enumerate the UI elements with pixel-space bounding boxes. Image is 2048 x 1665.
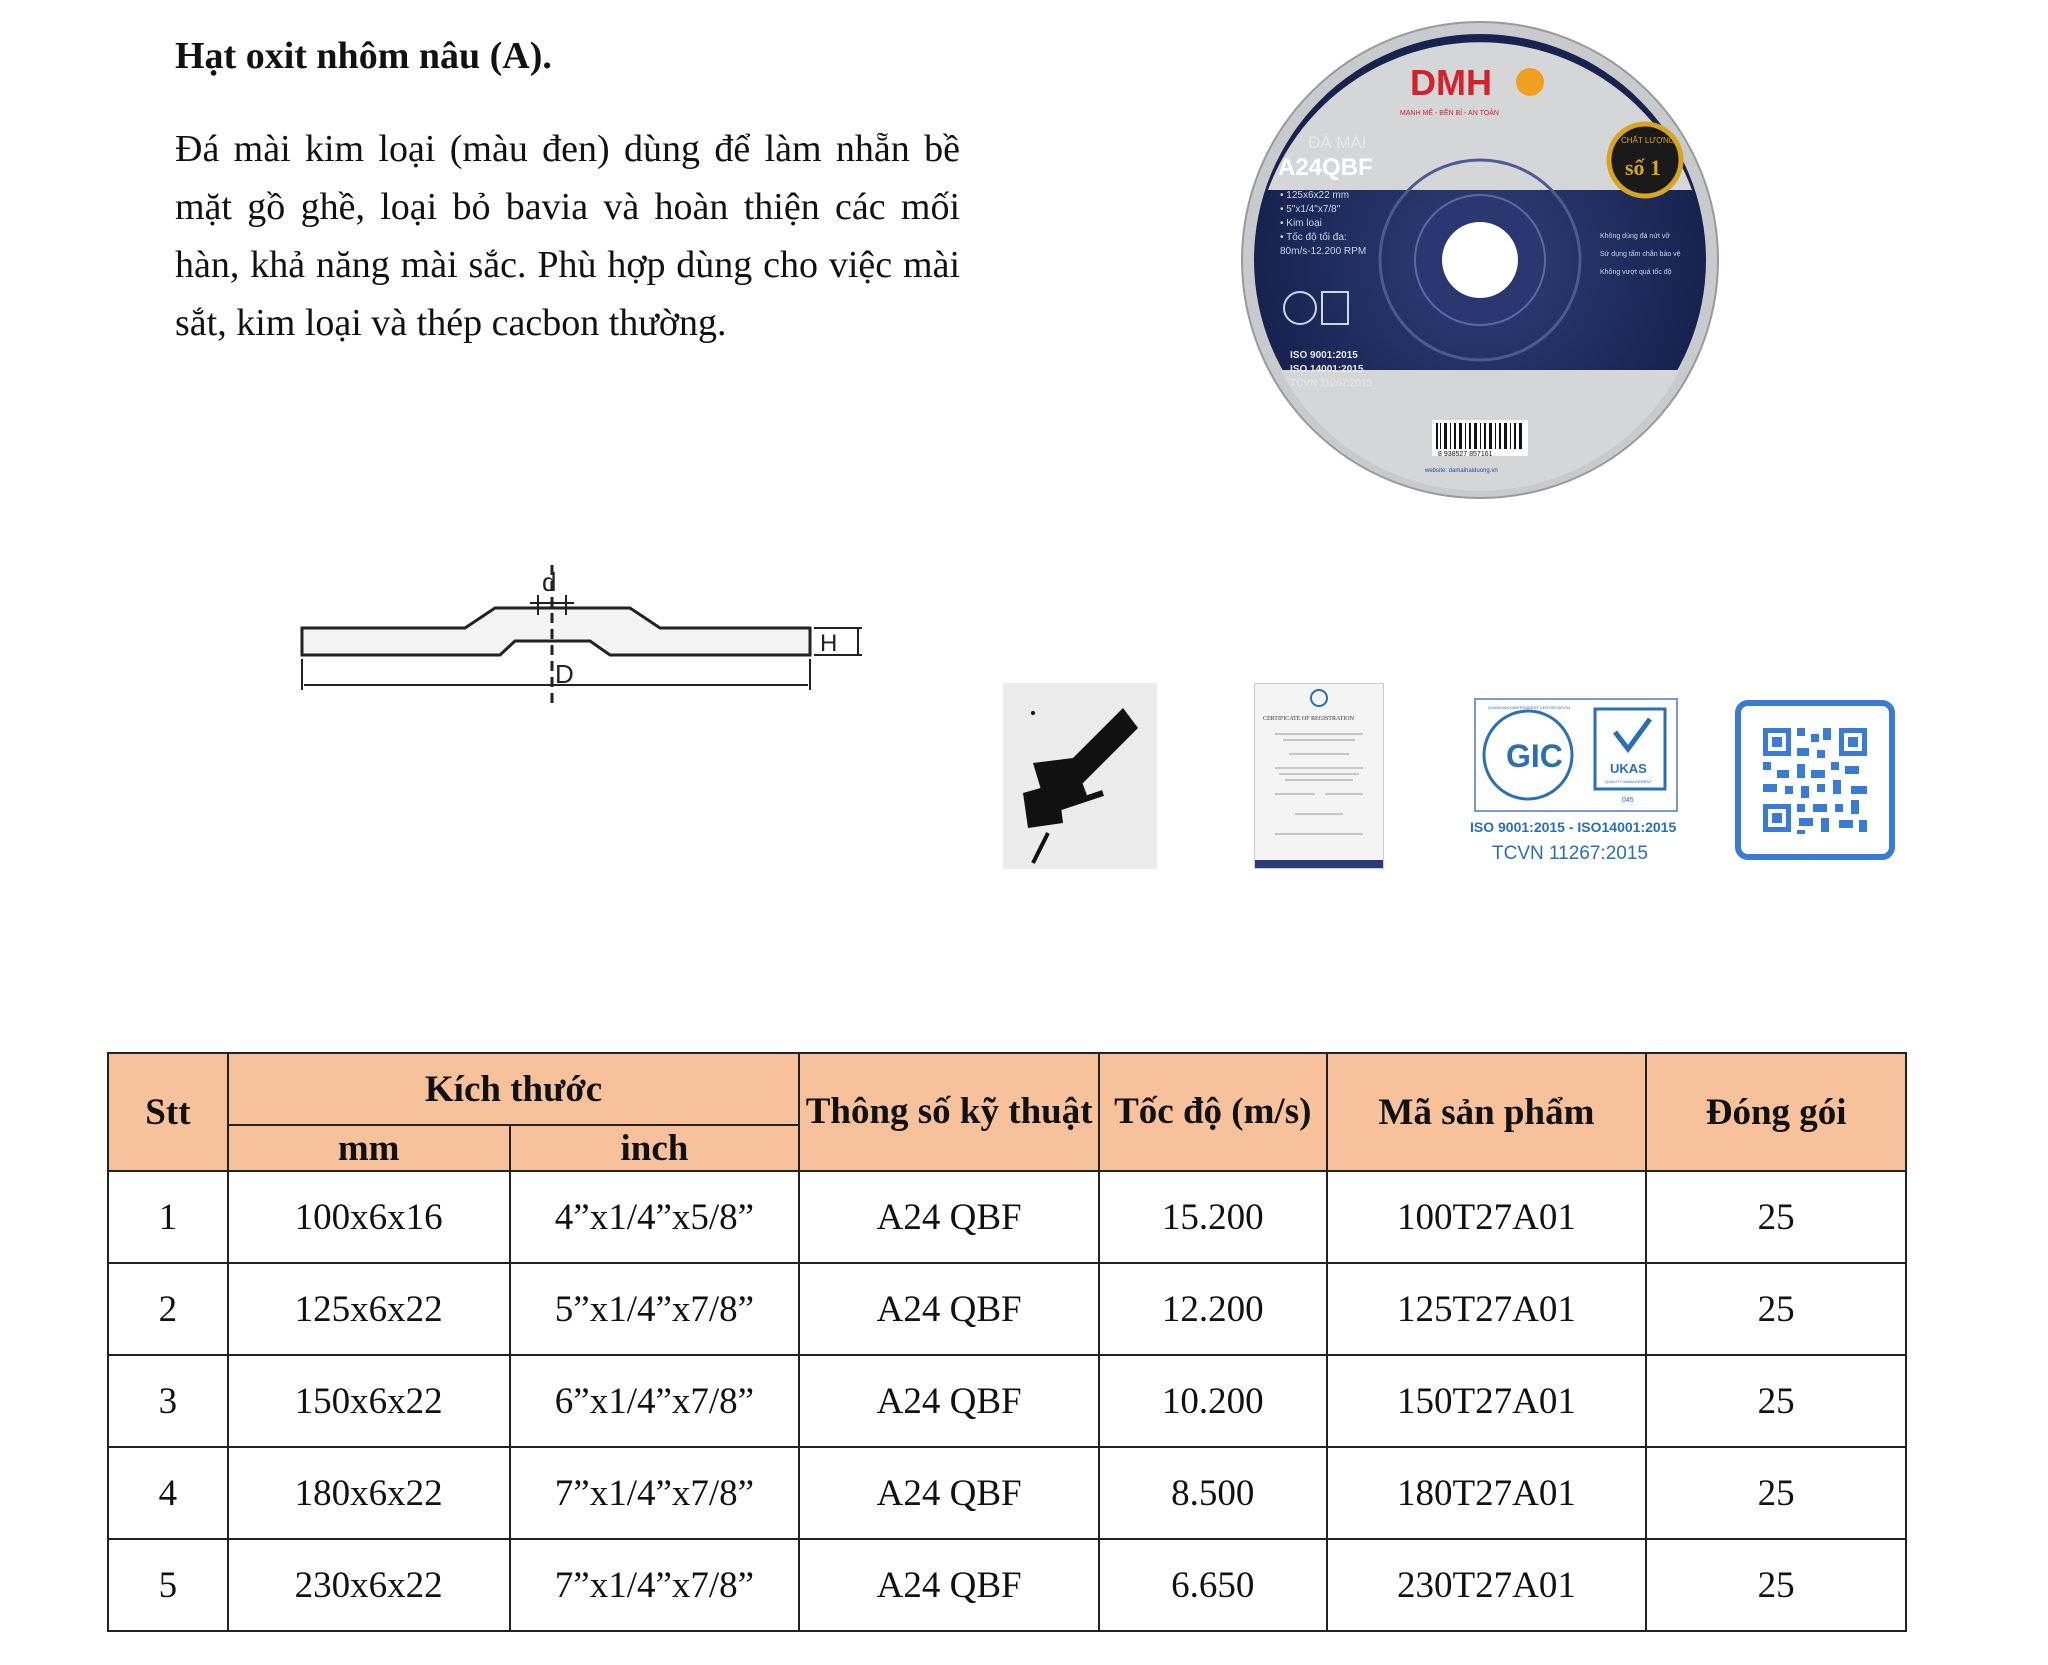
disc-spec-5: 80m/s-12.200 RPM	[1280, 246, 1366, 257]
cell-inch: 7”x1/4”x7/8”	[508, 1446, 801, 1540]
iso-certification-tile: GIC GUARDIAN INDEPENDENT CERTIFICATION U…	[1470, 697, 1682, 869]
header-code: Mã sản phẩm	[1325, 1052, 1648, 1172]
cell-inch: 5”x1/4”x7/8”	[508, 1262, 801, 1356]
certificate-document-icon: CERTIFICATE OF REGISTRATION	[1255, 689, 1383, 868]
product-description: Đá mài kim loại (màu đen) dùng để làm nh…	[175, 128, 960, 344]
cell-pack: 25	[1645, 1354, 1907, 1448]
disc-model: A24QBF	[1278, 154, 1373, 181]
header-speed: Tốc độ (m/s)	[1097, 1052, 1328, 1172]
cell-mm: 150x6x22	[226, 1354, 511, 1448]
cell-code: 230T27A01	[1325, 1538, 1648, 1632]
cell-speed: 10.200	[1097, 1354, 1328, 1448]
cell-mm: 100x6x16	[226, 1170, 511, 1264]
cell-stt: 3	[107, 1354, 229, 1448]
disc-type: ĐÁ MÀI	[1308, 133, 1367, 152]
cell-mm: 180x6x22	[226, 1446, 511, 1540]
cell-speed: 6.650	[1097, 1538, 1328, 1632]
ukas-sub-text: QUALITY MANAGEMENT	[1605, 779, 1652, 784]
label-H: H	[820, 630, 837, 657]
cell-inch: 7”x1/4”x7/8”	[508, 1538, 801, 1632]
section-heading: Hạt oxit nhôm nâu (A).	[175, 35, 552, 77]
cell-spec: A24 QBF	[798, 1538, 1100, 1632]
cell-pack: 25	[1645, 1446, 1907, 1540]
cell-speed: 15.200	[1097, 1170, 1328, 1264]
cell-inch: 6”x1/4”x7/8”	[508, 1354, 801, 1448]
table-row: 3 150x6x22 6”x1/4”x7/8” A24 QBF 10.200 1…	[107, 1354, 1907, 1448]
disc-cert-3: TCVN 11267:2015	[1290, 378, 1373, 389]
disc-cert-2: ISO 14001:2015	[1290, 364, 1364, 375]
cell-mm: 230x6x22	[226, 1538, 511, 1632]
cell-spec: A24 QBF	[798, 1446, 1100, 1540]
header-stt: Stt	[107, 1052, 229, 1172]
angle-grinder-icon	[1023, 708, 1138, 864]
qr-code-tile[interactable]	[1735, 700, 1895, 860]
barcode-number: 8 938527 857161	[1438, 451, 1493, 458]
cell-inch: 4”x1/4”x5/8”	[508, 1170, 801, 1264]
disc-warning-1: Không dùng đá nứt vỡ	[1600, 233, 1670, 240]
gic-ring-text: GUARDIAN INDEPENDENT CERTIFICATION	[1488, 705, 1570, 710]
disc-spec-2: • 5"x1/4"x7/8"	[1280, 204, 1341, 215]
label-D: D	[555, 659, 574, 689]
ukas-logo-text: UKAS	[1610, 761, 1647, 776]
disc-cert-1: ISO 9001:2015	[1290, 350, 1358, 361]
label-d: d	[542, 567, 556, 597]
header-pack: Đóng gói	[1645, 1052, 1907, 1172]
cell-code: 100T27A01	[1325, 1170, 1648, 1264]
product-spec-table: Stt Kích thước Thông số kỹ thuật Tốc độ …	[107, 1052, 1907, 1632]
disc-origin: SX tại Việt Nam	[1580, 399, 1637, 408]
cell-speed: 8.500	[1097, 1446, 1328, 1540]
tcvn-standard-line: TCVN 11267:2015	[1492, 843, 1648, 864]
table-row: 4 180x6x22 7”x1/4”x7/8” A24 QBF 8.500 18…	[107, 1446, 1907, 1540]
disc-spec-1: • 125x6x22 mm	[1280, 190, 1349, 201]
cell-pack: 25	[1645, 1170, 1907, 1264]
badge-main-text: số 1	[1625, 155, 1661, 180]
header-size: Kích thước	[226, 1052, 801, 1126]
cell-stt: 1	[107, 1170, 229, 1264]
table-row: 1 100x6x16 4”x1/4”x5/8” A24 QBF 15.200 1…	[107, 1170, 1907, 1264]
cell-stt: 5	[107, 1538, 229, 1632]
iso-standards-line: ISO 9001:2015 - ISO14001:2015	[1470, 819, 1676, 835]
disc-warning-2: Sử dụng tấm chắn bảo vệ	[1600, 249, 1681, 258]
cell-code: 150T27A01	[1325, 1354, 1648, 1448]
disc-warning-3: Không vượt quá tốc độ	[1600, 267, 1672, 276]
disc-spec-4: • Tốc độ tối đa:	[1280, 231, 1347, 243]
dimension-diagram: d D H	[300, 565, 862, 705]
disc-profile-shape	[300, 606, 812, 657]
cell-pack: 25	[1645, 1262, 1907, 1356]
product-disc-image: DMH MẠNH MẼ - BỀN BỈ - AN TOÀN ĐÁ MÀI A2…	[1241, 21, 1719, 499]
cell-code: 180T27A01	[1325, 1446, 1648, 1540]
brand-logo-text: DMH	[1410, 62, 1492, 103]
cell-spec: A24 QBF	[798, 1262, 1100, 1356]
cell-spec: A24 QBF	[798, 1354, 1100, 1448]
ukas-number: 045	[1622, 797, 1634, 804]
angle-grinder-tile	[1003, 683, 1157, 869]
header-inch: inch	[508, 1124, 801, 1172]
cell-pack: 25	[1645, 1538, 1907, 1632]
disc-website: website: damaihaiduong.vn	[1424, 468, 1498, 474]
gic-logo-text: GIC	[1506, 738, 1563, 774]
disc-spec-3: • Kim loại	[1280, 218, 1322, 229]
header-spec: Thông số kỹ thuật	[798, 1052, 1100, 1172]
cell-code: 125T27A01	[1325, 1262, 1648, 1356]
table-row: 5 230x6x22 7”x1/4”x7/8” A24 QBF 6.650 23…	[107, 1538, 1907, 1632]
certificate-title: CERTIFICATE OF REGISTRATION	[1263, 716, 1355, 722]
cell-stt: 4	[107, 1446, 229, 1540]
qr-code-icon	[1735, 700, 1895, 860]
badge-top-text: CHẤT LƯỢNG	[1621, 135, 1675, 145]
certificate-document-tile: CERTIFICATE OF REGISTRATION	[1254, 683, 1384, 869]
cell-spec: A24 QBF	[798, 1170, 1100, 1264]
cell-speed: 12.200	[1097, 1262, 1328, 1356]
header-mm: mm	[226, 1124, 511, 1172]
table-row: 2 125x6x22 5”x1/4”x7/8” A24 QBF 12.200 1…	[107, 1262, 1907, 1356]
cell-stt: 2	[107, 1262, 229, 1356]
cell-mm: 125x6x22	[226, 1262, 511, 1356]
